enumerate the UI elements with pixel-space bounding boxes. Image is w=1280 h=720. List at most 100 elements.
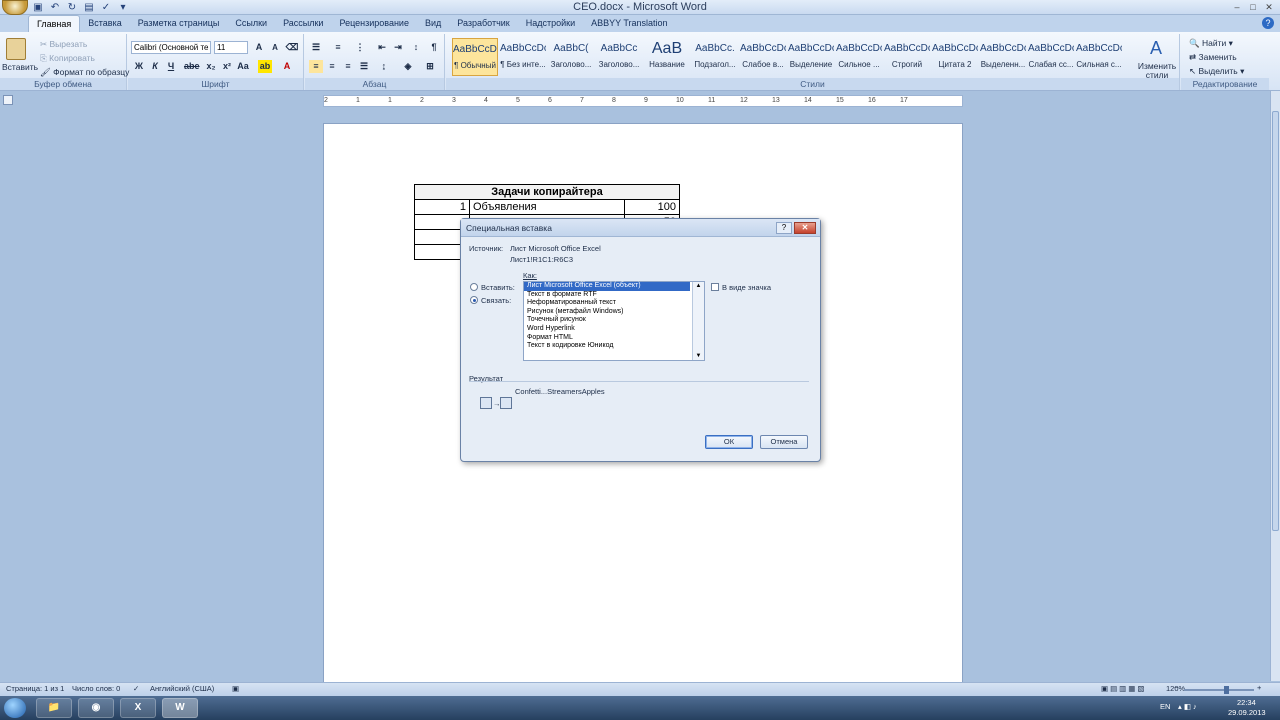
save-icon[interactable]: ▣ <box>31 2 45 14</box>
tab-review[interactable]: Рецензирование <box>331 15 417 32</box>
page-counter[interactable]: Страница: 1 из 1 <box>6 684 64 693</box>
tab-selector-icon[interactable] <box>3 95 13 105</box>
link-radio[interactable] <box>470 296 478 304</box>
tab-references[interactable]: Ссылки <box>227 15 275 32</box>
tray-icons[interactable]: ▴ ◧ ♪ <box>1178 702 1197 711</box>
copy-button[interactable]: ⎘ Копировать <box>40 53 95 64</box>
excel-taskbar-icon[interactable]: X <box>120 698 156 718</box>
style-tile[interactable]: AaB Название <box>644 38 690 76</box>
align-center-icon[interactable]: ≡ <box>325 60 339 73</box>
grow-font-icon[interactable]: A <box>252 41 266 54</box>
word-count[interactable]: Число слов: 0 <box>72 684 120 693</box>
tab-page-layout[interactable]: Разметка страницы <box>130 15 228 32</box>
style-tile[interactable]: AaBbCcDc Выделенн... <box>980 38 1026 76</box>
link-radio-label[interactable]: Связать: <box>481 296 511 305</box>
dialog-help-icon[interactable]: ? <box>776 222 792 234</box>
highlight-icon[interactable]: ab <box>258 60 272 73</box>
style-tile[interactable]: AaBbCcDc Слабая сс... <box>1028 38 1074 76</box>
subscript-icon[interactable]: x₂ <box>204 60 218 73</box>
tab-abbyy[interactable]: ABBYY Translation <box>583 15 675 32</box>
vertical-scrollbar[interactable] <box>1270 91 1280 681</box>
tab-addins[interactable]: Надстройки <box>518 15 583 32</box>
clock-time[interactable]: 22:34 <box>1237 698 1256 707</box>
line-spacing-icon[interactable]: ↨ <box>377 60 391 73</box>
style-tile[interactable]: AaBbCcDc Строгий <box>884 38 930 76</box>
ok-button[interactable]: ОК <box>705 435 753 449</box>
chrome-taskbar-icon[interactable]: ◉ <box>78 698 114 718</box>
font-color-icon[interactable]: A <box>280 60 294 73</box>
style-tile[interactable]: AaBbCcDc ¶ Без инте... <box>500 38 546 76</box>
list-item[interactable]: Точечный рисунок <box>524 316 704 325</box>
superscript-icon[interactable]: x² <box>220 60 234 73</box>
italic-icon[interactable]: К <box>148 60 162 73</box>
clear-format-icon[interactable]: ⌫ <box>285 41 299 54</box>
table-cell-value[interactable]: 100 <box>624 199 680 215</box>
paste-as-listbox[interactable]: Лист Microsoft Office Excel (объект) Текс… <box>523 281 705 361</box>
print-preview-icon[interactable]: ▤ <box>82 2 96 14</box>
bold-icon[interactable]: Ж <box>132 60 146 73</box>
numbering-icon[interactable]: ≡ <box>331 41 345 54</box>
word-taskbar-icon[interactable]: W <box>162 698 198 718</box>
style-tile[interactable]: AaBbCcDc ¶ Обычный <box>452 38 498 76</box>
list-item[interactable]: Текст в кодировке Юникод <box>524 342 704 351</box>
list-item[interactable]: Лист Microsoft Office Excel (объект) <box>524 282 690 291</box>
font-name-combo[interactable]: Calibri (Основной те <box>131 41 211 54</box>
paste-icon[interactable] <box>6 38 26 60</box>
office-button[interactable] <box>2 0 28 15</box>
explorer-taskbar-icon[interactable]: 📁 <box>36 698 72 718</box>
bullets-icon[interactable]: ☰ <box>309 41 323 54</box>
zoom-track[interactable] <box>1184 689 1254 691</box>
style-tile[interactable]: AaBbCcDc Сильная с... <box>1076 38 1122 76</box>
start-button[interactable] <box>4 698 26 718</box>
help-icon[interactable]: ? <box>1262 17 1274 29</box>
list-item[interactable]: Формат HTML <box>524 334 704 343</box>
align-right-icon[interactable]: ≡ <box>341 60 355 73</box>
align-left-icon[interactable]: ≡ <box>309 60 323 73</box>
zoom-slider[interactable]: − + <box>1174 683 1264 694</box>
style-tile[interactable]: AaBbCcDc Выделение <box>788 38 834 76</box>
undo-icon[interactable]: ↶ <box>48 2 62 14</box>
list-item[interactable]: Неформатированный текст <box>524 299 704 308</box>
style-tile[interactable]: AaBbCcDc Слабое в... <box>740 38 786 76</box>
language-indicator[interactable]: EN <box>1160 702 1170 711</box>
strikethrough-icon[interactable]: abe <box>184 60 200 73</box>
style-tile[interactable]: AaBbCc. Подзагол... <box>692 38 738 76</box>
decrease-indent-icon[interactable]: ⇤ <box>375 41 389 54</box>
replace-button[interactable]: ⇄ Заменить <box>1189 52 1237 63</box>
zoom-in-icon[interactable]: + <box>1257 683 1261 692</box>
style-tile[interactable]: AaBbCcDc Сильное ... <box>836 38 882 76</box>
view-buttons[interactable]: ▣▤▥▦▧ <box>1101 684 1146 693</box>
zoom-knob[interactable] <box>1224 686 1229 694</box>
tab-mailings[interactable]: Рассылки <box>275 15 331 32</box>
sort-icon[interactable]: ↕ <box>409 41 423 54</box>
paste-button[interactable]: Вставить <box>2 62 38 72</box>
scroll-down-icon[interactable]: ▼ <box>693 353 704 359</box>
scrollbar-thumb[interactable] <box>1272 111 1279 531</box>
select-button[interactable]: ↖ Выделить ▾ <box>1189 66 1244 77</box>
list-item[interactable]: Word Hyperlink <box>524 325 704 334</box>
minimize-icon[interactable]: – <box>1230 1 1244 13</box>
tab-view[interactable]: Вид <box>417 15 449 32</box>
zoom-out-icon[interactable]: − <box>1174 683 1178 692</box>
horizontal-ruler[interactable]: 2 1 1 2 3 4 5 6 7 8 9 10 11 12 13 14 15 16 17 <box>323 95 963 107</box>
cut-button[interactable]: ✂ Вырезать <box>40 39 87 50</box>
table-cell-name[interactable]: Объявления <box>469 199 625 215</box>
as-icon-checkbox[interactable] <box>711 283 719 291</box>
paste-radio-label[interactable]: Вставить: <box>481 283 515 292</box>
justify-icon[interactable]: ☰ <box>357 60 371 73</box>
qat-dropdown-icon[interactable]: ▾ <box>116 2 130 14</box>
style-tile[interactable]: AaBbCc Заголово... <box>596 38 642 76</box>
show-marks-icon[interactable]: ¶ <box>427 41 441 54</box>
multilevel-list-icon[interactable]: ⋮ <box>353 41 367 54</box>
format-painter-button[interactable]: 🖌 Формат по образцу <box>40 67 129 78</box>
increase-indent-icon[interactable]: ⇥ <box>391 41 405 54</box>
close-icon[interactable]: ✕ <box>1262 1 1276 13</box>
borders-icon[interactable]: ⊞ <box>423 60 437 73</box>
listbox-scrollbar[interactable]: ▲ ▼ <box>692 282 704 360</box>
as-icon-label[interactable]: В виде значка <box>722 283 771 292</box>
redo-icon[interactable]: ↻ <box>65 2 79 14</box>
macro-record-icon[interactable]: ▣ <box>232 684 239 693</box>
shrink-font-icon[interactable]: A <box>268 41 282 54</box>
change-styles-icon[interactable]: A <box>1136 38 1176 59</box>
underline-icon[interactable]: Ч <box>164 60 178 73</box>
